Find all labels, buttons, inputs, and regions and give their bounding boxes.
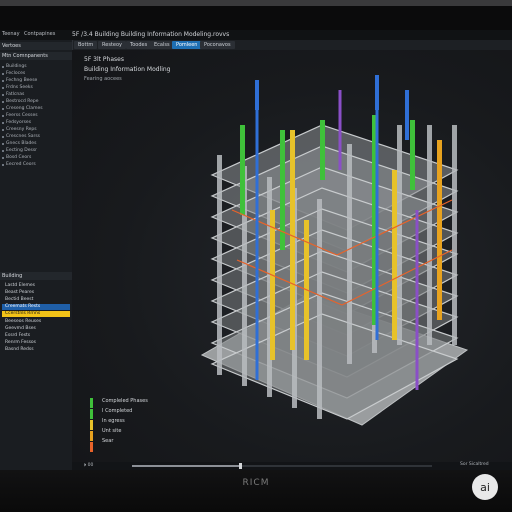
tree-item[interactable]: Crescnes Sarss <box>1 134 40 139</box>
building-column <box>317 199 322 419</box>
building-column <box>217 155 222 375</box>
legend-swatch <box>90 431 93 441</box>
layer-row-highlighted[interactable]: Ccerstnls Rrnns <box>2 311 70 317</box>
layer-row[interactable]: Geevmd Bses <box>2 326 70 332</box>
tree-item[interactable]: Fechng Beese <box>1 78 37 83</box>
building-column <box>452 125 457 345</box>
floor-slabs <box>210 124 459 420</box>
panel-header-components: Mtn Comnpanents <box>0 52 72 60</box>
tree-item[interactable]: Fecloces <box>1 71 25 76</box>
timeline-start-label: ⏵ 00 <box>84 463 94 468</box>
layer-row[interactable]: Basnd Redss <box>2 347 70 353</box>
tree-item[interactable]: Creesny Reps <box>2 127 37 132</box>
tree-item[interactable]: Feerss Cesses <box>2 113 38 118</box>
timeline-scrubber[interactable]: ⏵ 00 Sor Sicaltred <box>72 462 512 470</box>
tab-poconavos[interactable]: Poconavos <box>200 41 235 49</box>
tree-item[interactable]: Fedsyorses <box>1 120 31 125</box>
tab-toodes[interactable]: Toodes <box>126 41 152 49</box>
layer-row[interactable]: Essrd Fests <box>2 333 70 339</box>
legend-label: I Completed <box>102 408 133 414</box>
tree-item[interactable]: Fatlcnas <box>1 92 24 97</box>
phase-column <box>270 210 275 360</box>
layer-row[interactable]: Renrm Fessos <box>2 340 70 346</box>
layer-row-selected[interactable]: Creemats Rests <box>2 304 70 310</box>
tree-item[interactable]: Frdns Seeks <box>2 85 33 90</box>
phase-column <box>392 170 397 340</box>
app-window: Teenay Contpapines 5F /3.4 Building Buil… <box>0 30 512 470</box>
layer-row[interactable]: Lastd Elemes <box>2 283 70 289</box>
building-column <box>397 125 402 345</box>
legend-swatch <box>90 409 93 419</box>
legend-label: Unt site <box>102 428 122 434</box>
timeline-progress <box>132 465 240 467</box>
layer-row[interactable]: Beeseos Reuses <box>2 319 70 325</box>
legend-label: In egress <box>102 418 125 424</box>
tree-item[interactable]: Bosd Ceors <box>1 155 31 160</box>
layer-row[interactable]: Bectid Beest <box>2 297 70 303</box>
building-column <box>347 144 352 364</box>
tree-item[interactable]: Buildings <box>2 64 27 69</box>
legend-swatch <box>90 398 93 408</box>
legend-swatch <box>90 442 93 452</box>
tab-resteoy[interactable]: Resteoy <box>98 41 126 49</box>
tab-bottm[interactable]: Bottm <box>74 41 98 49</box>
phase-column <box>240 125 245 215</box>
legend-label: Sear <box>102 438 114 444</box>
ribbon-tabs: Bottm Resteoy Toodes Ecalss Pomleen Poco… <box>72 40 512 50</box>
phase-column <box>320 120 325 180</box>
legend-label: Compleled Phases <box>102 398 148 404</box>
monitor-bezel <box>0 470 512 512</box>
tree-item[interactable]: Eecred Ceors <box>2 162 36 167</box>
ai-badge: ai <box>472 474 498 500</box>
phase-column <box>437 140 442 320</box>
phase-column <box>290 130 295 350</box>
legend-swatch <box>90 420 93 430</box>
3d-viewport[interactable]: 5F 3lt Phases Building Information Modli… <box>72 50 512 462</box>
building-column <box>427 125 432 345</box>
menu-item-file[interactable]: Teenay <box>2 31 20 37</box>
tree-item[interactable]: Bestrocd Repe <box>2 99 39 104</box>
tree-item[interactable]: Gnecs Blades <box>1 141 36 146</box>
tab-ecalss[interactable]: Ecalss <box>150 41 174 49</box>
phase-column <box>410 120 415 190</box>
tree-item[interactable]: Creseng Clames <box>2 106 43 111</box>
tab-pomleen[interactable]: Pomleen <box>172 41 202 49</box>
timeline-end-label: Sor Sicaltred <box>460 462 489 467</box>
left-panel: Vertoes Mtn Comnpanents Buildings Fecloc… <box>0 40 73 470</box>
menu-item-components[interactable]: Contpapines <box>24 31 55 37</box>
monitor-brand-logo: RICM <box>242 478 270 488</box>
layer-row[interactable]: Beast Peares <box>2 290 70 296</box>
tree-item[interactable]: Eecting Dessr <box>1 148 37 153</box>
layers-header: Building <box>0 272 72 280</box>
panel-header-views: Vertoes <box>0 42 72 50</box>
timeline-knob[interactable] <box>239 463 242 469</box>
timeline-track[interactable] <box>132 463 432 469</box>
